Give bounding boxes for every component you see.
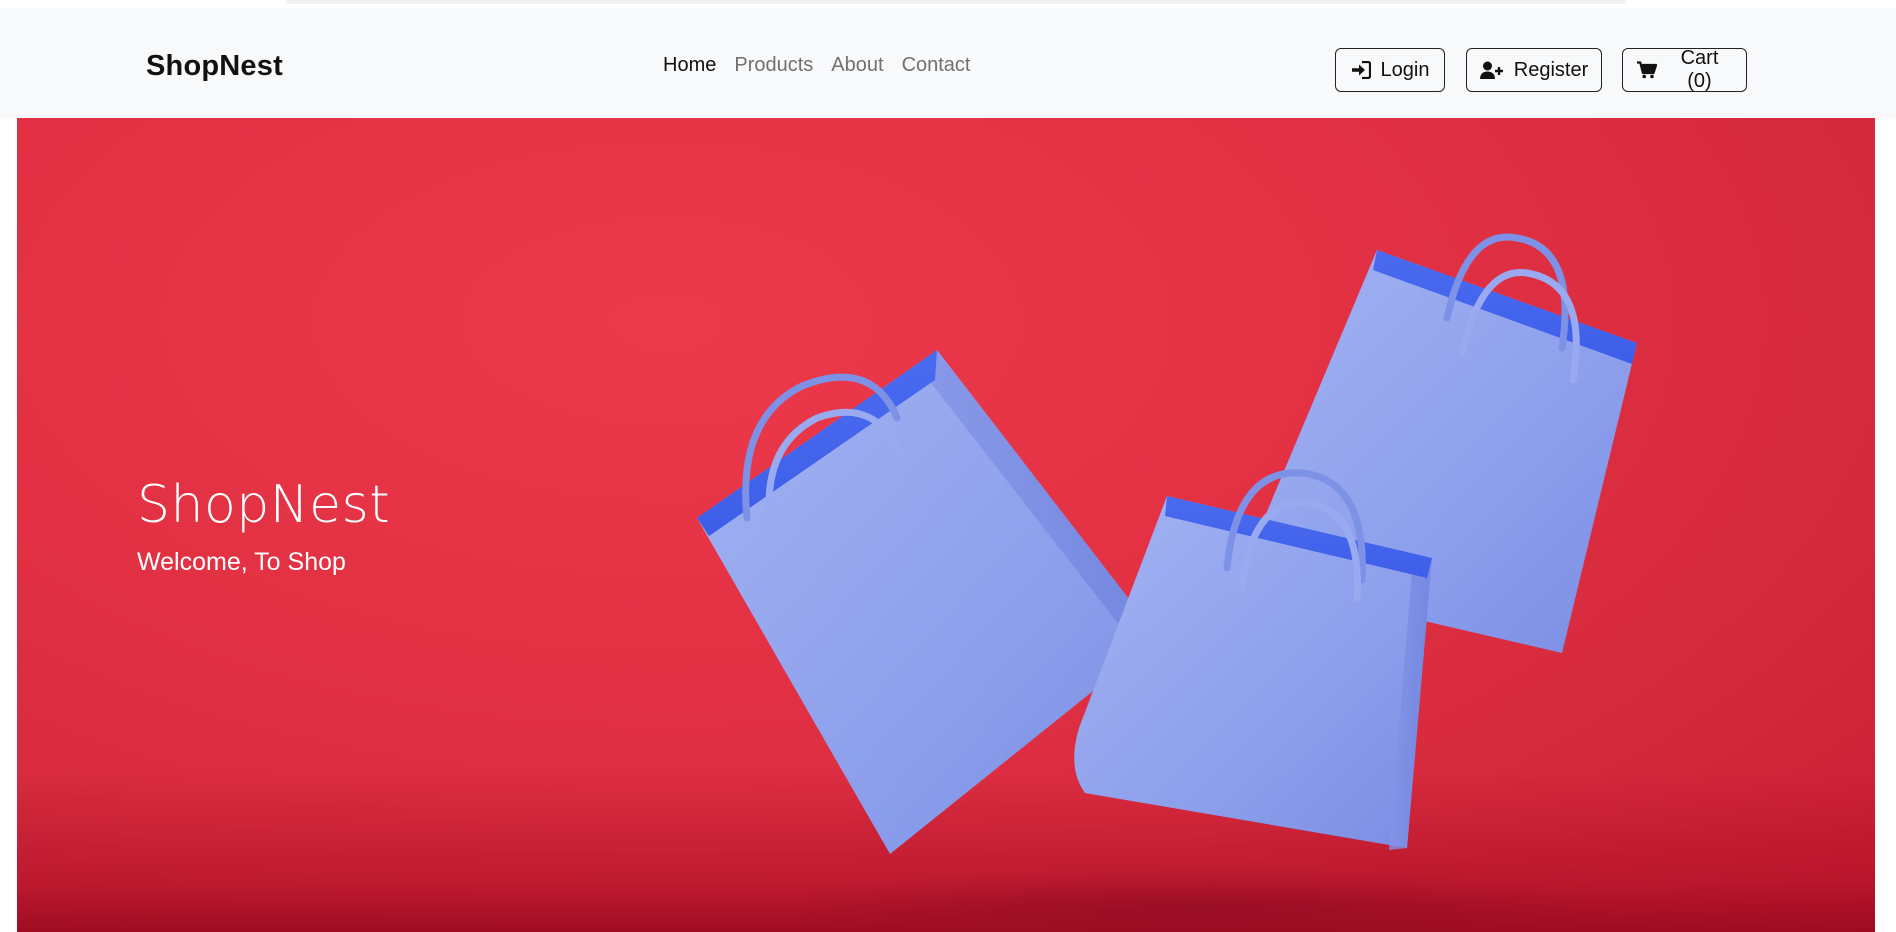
brand-logo[interactable]: ShopNest [146,50,283,83]
cart-label: Cart (0) [1680,47,1719,92]
navbar: ShopNest Home Products About Contact Log… [0,8,1896,118]
sign-in-icon [1351,61,1371,79]
nav-link-contact[interactable]: Contact [893,54,980,77]
register-button[interactable]: Register [1466,48,1602,92]
user-plus-icon [1479,61,1504,79]
nav-links: Home Products About Contact [663,54,980,77]
nav-link-about[interactable]: About [822,54,892,77]
nav-link-home[interactable]: Home [663,54,725,77]
register-label: Register [1513,58,1589,81]
hero-title: ShopNest [137,475,391,535]
shopping-cart-icon [1637,61,1657,79]
cart-button[interactable]: Cart (0) [1622,47,1747,92]
hero-banner: ShopNest Welcome, To Shop [17,118,1875,932]
nav-link-products[interactable]: Products [725,54,822,77]
hero-subtitle: Welcome, To Shop [137,548,346,576]
login-label: Login [1380,58,1430,81]
horizontal-scrollbar[interactable] [286,0,1626,4]
login-button[interactable]: Login [1335,48,1445,92]
